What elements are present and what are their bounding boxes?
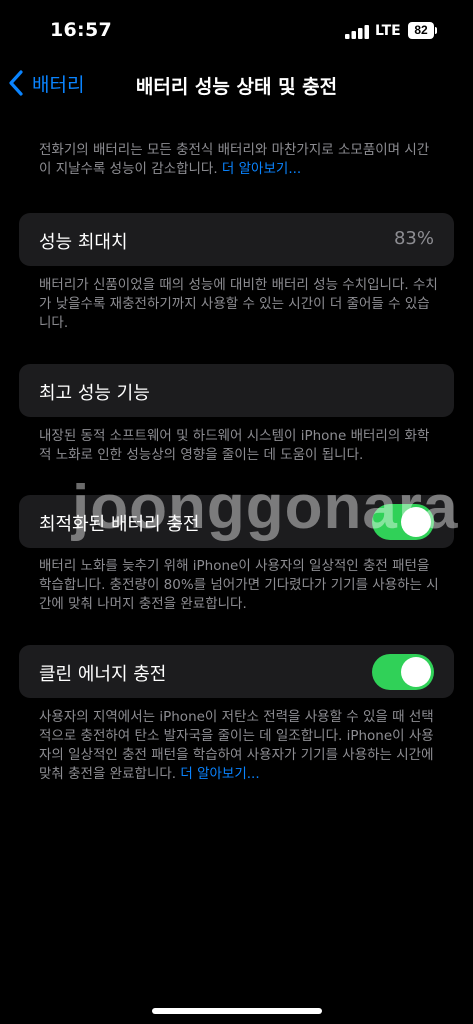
max-capacity-value: 83% [393, 228, 434, 249]
clean-energy-label: 클린 에너지 충전 [39, 664, 167, 685]
battery-icon: 82 [408, 22, 438, 39]
home-indicator[interactable] [152, 1008, 322, 1014]
optimized-charging-toggle[interactable] [372, 504, 434, 540]
learn-more-link[interactable]: 더 알아보기... [180, 766, 259, 782]
optimized-charging-cell: 최적화된 배터리 충전 [19, 495, 454, 548]
network-type: LTE [375, 23, 401, 39]
max-capacity-label: 성능 최대치 [39, 232, 128, 253]
toggle-knob [401, 657, 431, 687]
optimized-charging-footnote: 배터리 노화를 늦추기 위해 iPhone이 사용자의 일상적인 충전 패턴을 … [39, 558, 439, 612]
clean-energy-toggle[interactable] [372, 654, 434, 690]
page-title: 배터리 성능 상태 및 충전 [135, 76, 338, 98]
clean-energy-footnote: 사용자의 지역에서는 iPhone이 저탄소 전력을 사용할 수 있을 때 선택… [39, 708, 439, 784]
learn-more-link[interactable]: 더 알아보기... [222, 161, 301, 177]
max-capacity-cell: 성능 최대치 83% [19, 213, 454, 266]
status-bar: 16:57 LTE 82 [0, 0, 473, 60]
peak-performance-footnote: 내장된 동적 소프트웨어 및 하드웨어 시스템이 iPhone 배터리의 화학적… [39, 428, 430, 463]
peak-performance-cell: 최고 성능 기능 [19, 364, 454, 417]
navigation-bar: 배터리 배터리 성능 상태 및 충전 [0, 60, 473, 106]
toggle-knob [401, 507, 431, 537]
cellular-signal-icon [345, 25, 369, 39]
max-capacity-footnote: 배터리가 신품이었을 때의 성능에 대비한 배터리 성능 수치입니다. 수치가 … [39, 277, 438, 331]
optimized-charging-label: 최적화된 배터리 충전 [39, 514, 200, 535]
clean-energy-cell: 클린 에너지 충전 [19, 645, 454, 698]
intro-description: 전화기의 배터리는 모든 충전식 배터리와 마찬가지로 소모품이며 시간이 지날… [39, 141, 439, 179]
battery-level: 82 [408, 22, 434, 39]
status-time: 16:57 [50, 19, 112, 41]
battery-nub [435, 27, 437, 34]
peak-performance-label: 최고 성능 기능 [39, 383, 150, 404]
